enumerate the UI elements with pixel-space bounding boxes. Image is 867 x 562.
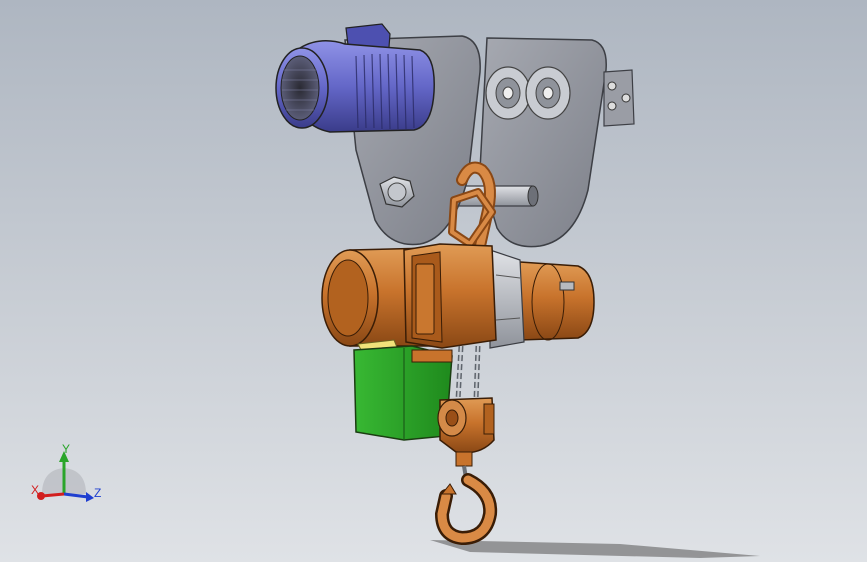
hoist-trolley-3d-model[interactable] <box>0 0 867 562</box>
z-axis-line <box>63 492 89 499</box>
x-axis-label: X <box>31 483 40 497</box>
z-axis-label: Z <box>94 486 102 500</box>
trolley-rear-plate[interactable] <box>479 37 635 248</box>
control-box[interactable] <box>353 339 453 441</box>
bottom-hook-block[interactable] <box>434 397 498 546</box>
graphics-viewport[interactable]: Y X Z <box>0 0 867 562</box>
load-chain <box>455 345 481 401</box>
ground-shadow <box>430 540 760 558</box>
y-axis-label: Y <box>62 442 71 456</box>
hoist-body[interactable] <box>321 243 595 349</box>
x-axis-line <box>41 492 65 498</box>
view-orientation-triad-icon[interactable]: Y X Z <box>28 440 108 506</box>
